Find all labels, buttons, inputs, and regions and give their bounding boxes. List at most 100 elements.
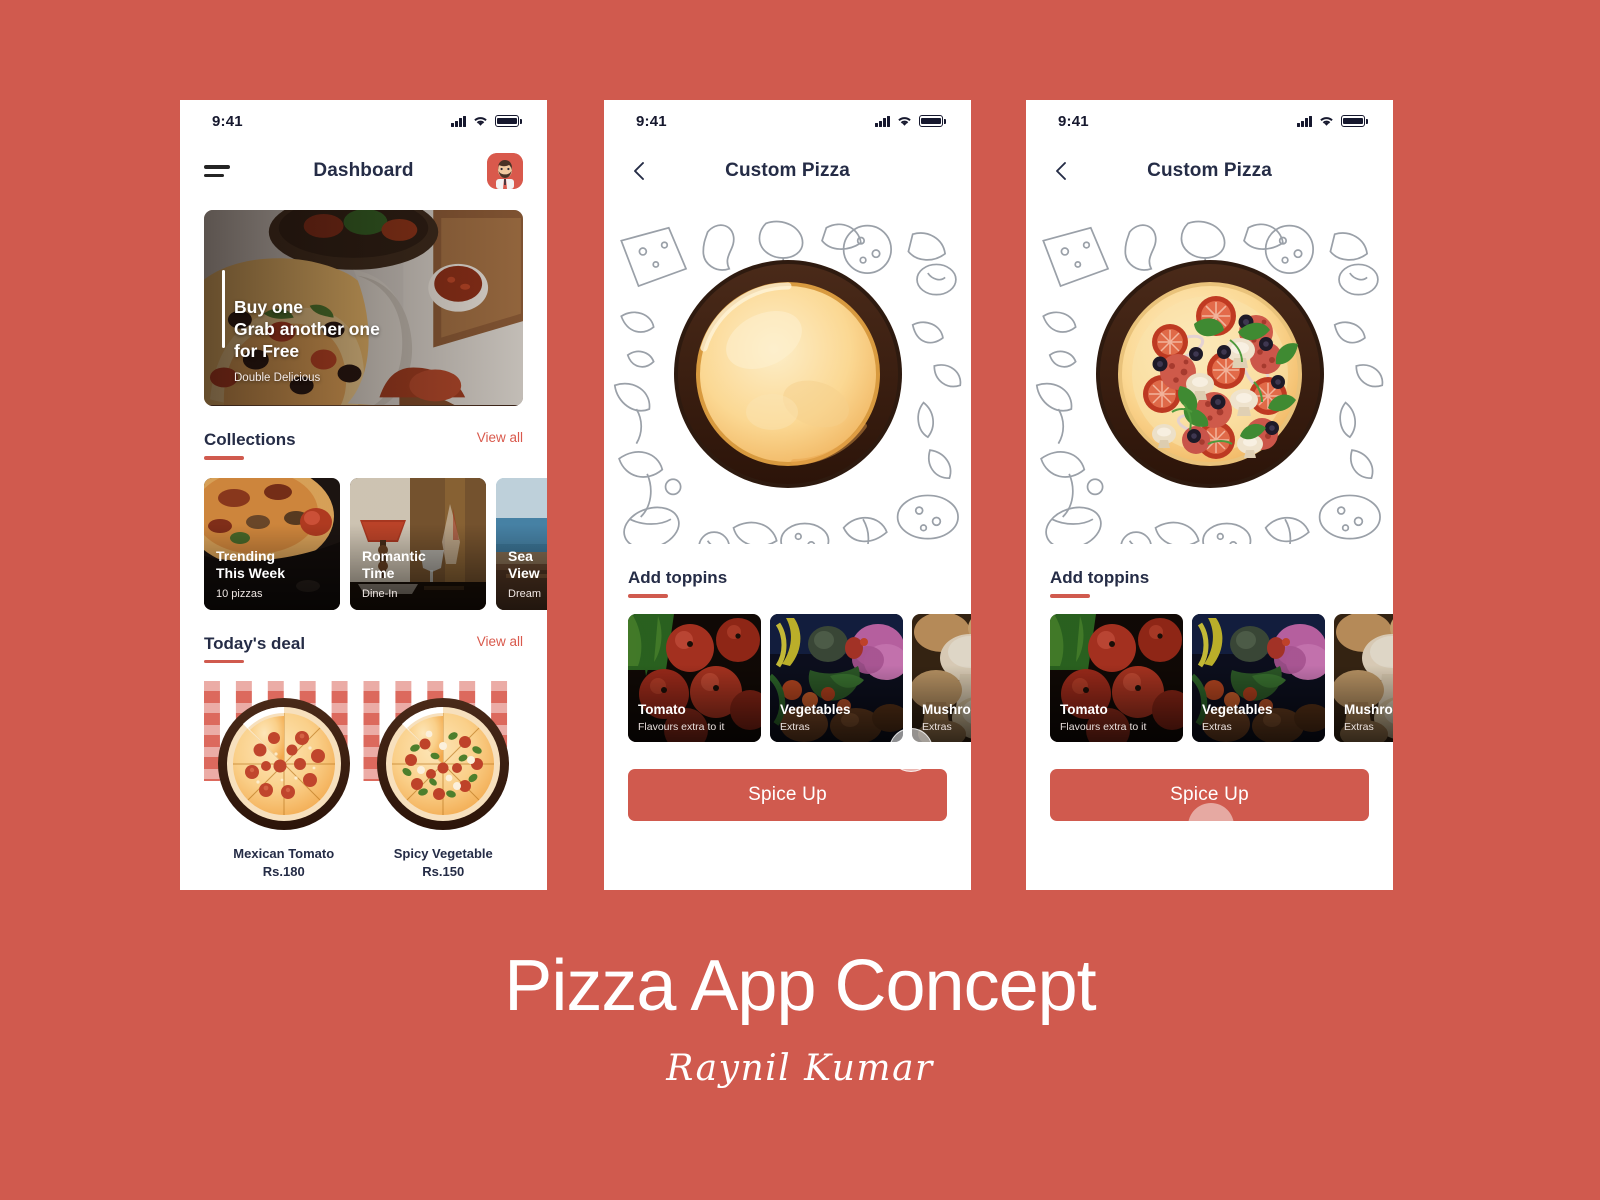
toppings-section-header: Add toppins bbox=[628, 568, 947, 598]
topping-text-vegetables: Vegetables Extras bbox=[1202, 702, 1321, 733]
page-title: Custom Pizza bbox=[1147, 160, 1272, 181]
status-icons bbox=[1297, 115, 1368, 127]
topping-meta: Flavours extra to it bbox=[638, 720, 725, 733]
topping-card-tomato[interactable]: Tomato Flavours extra to it bbox=[628, 613, 761, 742]
topping-name: Tomato bbox=[1060, 701, 1108, 717]
topping-meta: Extras bbox=[922, 720, 952, 733]
navbar: Custom Pizza bbox=[604, 142, 971, 200]
collection-meta: Dine-In bbox=[362, 587, 398, 600]
toppings-heading: Add toppins bbox=[1050, 568, 1150, 587]
status-bar: 9:41 bbox=[1026, 100, 1393, 142]
status-bar: 9:41 bbox=[180, 100, 547, 142]
collection-card-seaview[interactable]: Sea View Dream bbox=[496, 477, 547, 610]
toppings-underline bbox=[1050, 594, 1090, 598]
topping-name: Vegetables bbox=[1202, 701, 1273, 717]
topping-meta: Extras bbox=[1202, 720, 1232, 733]
toppings-underline bbox=[628, 594, 668, 598]
deal-item-price: Rs.150 bbox=[422, 864, 465, 879]
toppings-carousel[interactable]: Tomato Flavours extra to it Vegetables E… bbox=[1050, 613, 1393, 742]
phone-screen-dashboard: 9:41 Dashboard Buy one Grab another one … bbox=[180, 100, 547, 890]
promo-line-1: Buy one bbox=[234, 297, 304, 317]
cellular-signal-icon bbox=[451, 115, 466, 127]
wifi-icon bbox=[474, 116, 487, 126]
pizza-preview-topped[interactable] bbox=[1090, 254, 1330, 494]
deal-item-name: Spicy Vegetable bbox=[393, 846, 493, 861]
user-avatar[interactable] bbox=[487, 153, 523, 189]
topping-card-vegetables[interactable]: Vegetables Extras bbox=[770, 613, 903, 742]
collection-text-romantic: Romantic Time Dine-In bbox=[362, 548, 480, 600]
pizza-preview-plain[interactable] bbox=[668, 254, 908, 494]
promo-line-3: for Free bbox=[234, 341, 300, 361]
deal-view-all-link[interactable]: View all bbox=[477, 634, 523, 649]
status-time: 9:41 bbox=[212, 112, 243, 130]
hamburger-menu-icon[interactable] bbox=[204, 165, 230, 177]
battery-icon bbox=[495, 115, 522, 127]
status-time: 9:41 bbox=[1058, 112, 1089, 130]
collections-underline bbox=[204, 456, 244, 460]
promo-banner-text: Buy one Grab another one for Free Double… bbox=[222, 296, 380, 384]
collection-card-trending[interactable]: Trending This Week 10 pizzas bbox=[204, 477, 340, 610]
deal-item-mexican-tomato[interactable]: Mexican Tomato Rs.180 bbox=[209, 846, 359, 879]
collection-text-trending: Trending This Week 10 pizzas bbox=[216, 548, 334, 600]
navbar: Custom Pizza bbox=[1026, 142, 1393, 200]
battery-icon bbox=[919, 115, 946, 127]
collection-meta: Dream bbox=[508, 587, 542, 600]
collections-heading-group: Collections bbox=[204, 430, 296, 460]
topping-text-vegetables: Vegetables Extras bbox=[780, 702, 899, 733]
spice-up-button[interactable]: Spice Up bbox=[628, 768, 947, 821]
wifi-icon bbox=[898, 116, 911, 126]
toppings-section-header: Add toppins bbox=[1050, 568, 1369, 598]
deal-pizza-images bbox=[204, 694, 523, 834]
author-signature: Raynil Kumar bbox=[666, 1048, 934, 1089]
toppings-heading: Add toppins bbox=[628, 568, 728, 587]
collection-name: Sea View bbox=[508, 547, 540, 581]
deal-item-name: Mexican Tomato bbox=[233, 846, 335, 861]
navbar: Dashboard bbox=[180, 142, 547, 200]
toppings-carousel[interactable]: Tomato Flavours extra to it Vegetables E… bbox=[628, 613, 971, 742]
deal-labels: Mexican Tomato Rs.180 Spicy Vegetable Rs… bbox=[204, 846, 523, 879]
pizza-preview-stage bbox=[1026, 204, 1393, 544]
phone-screen-custom-pizza-topped: 9:41 Custom Pizza Add toppins Tomato Fla… bbox=[1026, 100, 1393, 890]
collections-carousel[interactable]: Trending This Week 10 pizzas Romantic Ti… bbox=[204, 477, 547, 610]
concept-title: Pizza App Concept bbox=[504, 946, 1096, 1026]
collections-heading: Collections bbox=[204, 430, 296, 449]
topping-card-vegetables[interactable]: Vegetables Extras bbox=[1192, 613, 1325, 742]
topping-text-mushroom: Mushroom Extras bbox=[1344, 702, 1393, 733]
deal-list: Mexican Tomato Rs.180 Spicy Vegetable Rs… bbox=[204, 681, 523, 879]
topping-meta: Flavours extra to it bbox=[1060, 720, 1147, 733]
pizza-image-spicy-vegetable[interactable] bbox=[373, 694, 513, 834]
chevron-left-icon[interactable] bbox=[1050, 159, 1074, 183]
topping-meta: Extras bbox=[780, 720, 810, 733]
promo-banner[interactable]: Buy one Grab another one for Free Double… bbox=[204, 210, 523, 406]
status-bar: 9:41 bbox=[604, 100, 971, 142]
toppings-heading-group: Add toppins bbox=[628, 568, 727, 598]
cellular-signal-icon bbox=[1297, 115, 1312, 127]
deal-item-price: Rs.180 bbox=[262, 864, 305, 879]
promo-subtitle: Double Delicious bbox=[234, 372, 321, 384]
deal-item-spicy-vegetable[interactable]: Spicy Vegetable Rs.150 bbox=[368, 846, 518, 879]
pizza-image-mexican-tomato[interactable] bbox=[214, 694, 354, 834]
status-icons bbox=[875, 115, 946, 127]
deal-underline bbox=[204, 659, 244, 663]
pizza-preview-stage bbox=[604, 204, 971, 544]
promo-line-2: Grab another one bbox=[234, 319, 380, 339]
page-title: Custom Pizza bbox=[725, 160, 850, 181]
topping-card-mushroom[interactable]: Mushroom Extras bbox=[1334, 613, 1393, 742]
phone-screen-custom-pizza-plain: 9:41 Custom Pizza Add toppins Tomato Fla… bbox=[604, 100, 971, 890]
spice-up-button[interactable]: Spice Up bbox=[1050, 768, 1369, 821]
collection-name: Romantic Time bbox=[362, 547, 426, 581]
topping-name: Tomato bbox=[638, 701, 686, 717]
footer: Pizza App Concept Raynil Kumar bbox=[0, 950, 1600, 1089]
collection-name: Trending This Week bbox=[216, 547, 285, 581]
battery-icon bbox=[1341, 115, 1368, 127]
collection-meta: 10 pizzas bbox=[216, 587, 263, 600]
chevron-left-icon[interactable] bbox=[628, 159, 652, 183]
topping-text-mushroom: Mushroom Extras bbox=[922, 702, 971, 733]
topping-card-tomato[interactable]: Tomato Flavours extra to it bbox=[1050, 613, 1183, 742]
collection-card-romantic[interactable]: Romantic Time Dine-In bbox=[350, 477, 486, 610]
collections-view-all-link[interactable]: View all bbox=[477, 430, 523, 445]
topping-card-mushroom[interactable]: Mushroom Extras bbox=[912, 613, 971, 742]
topping-meta: Extras bbox=[1344, 720, 1374, 733]
collections-section-header: Collections View all bbox=[204, 430, 523, 460]
toppings-heading-group: Add toppins bbox=[1050, 568, 1149, 598]
